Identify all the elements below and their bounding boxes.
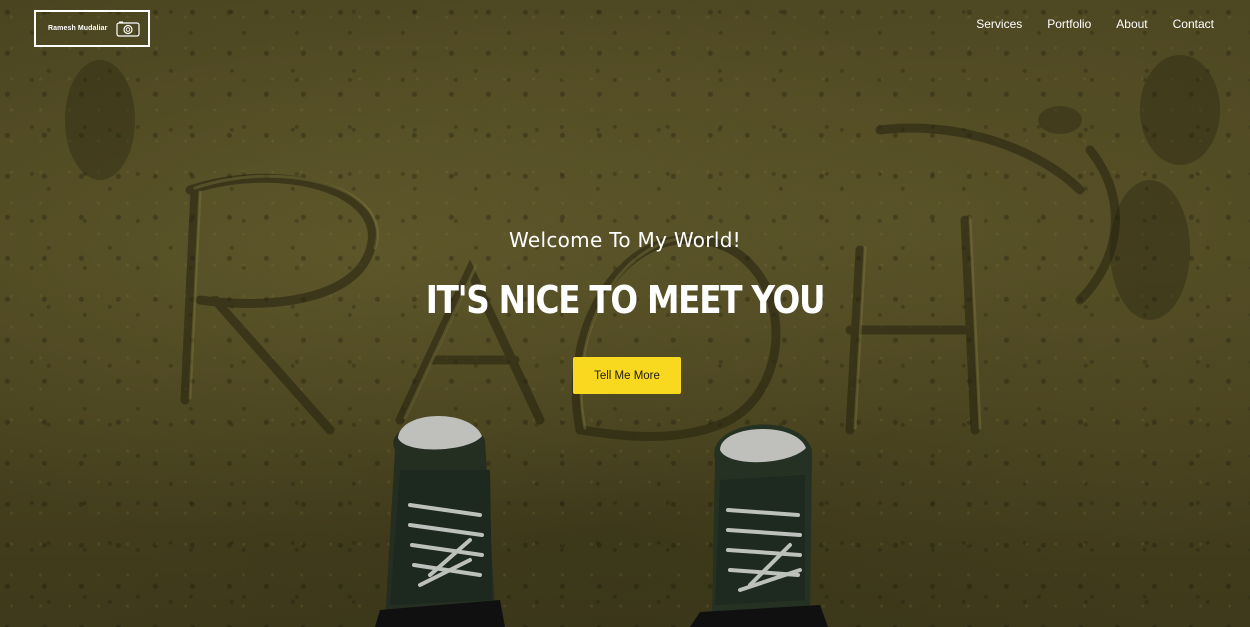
main-nav: Services Portfolio About Contact [976, 17, 1214, 31]
camera-icon [116, 21, 140, 37]
logo-text: Ramesh Mudaliar [48, 25, 108, 32]
nav-contact[interactable]: Contact [1173, 17, 1214, 31]
welcome-heading: Welcome To My World! [508, 228, 742, 252]
nav-services[interactable]: Services [976, 17, 1022, 31]
hero-headline: IT'S NICE TO MEET YOU [425, 278, 826, 322]
hero-section: Ramesh Mudaliar Services Portfolio About… [0, 0, 1250, 627]
nav-portfolio[interactable]: Portfolio [1047, 17, 1091, 31]
site-logo[interactable]: Ramesh Mudaliar [34, 10, 150, 47]
tell-me-more-button[interactable]: Tell Me More [573, 357, 681, 394]
nav-about[interactable]: About [1116, 17, 1147, 31]
